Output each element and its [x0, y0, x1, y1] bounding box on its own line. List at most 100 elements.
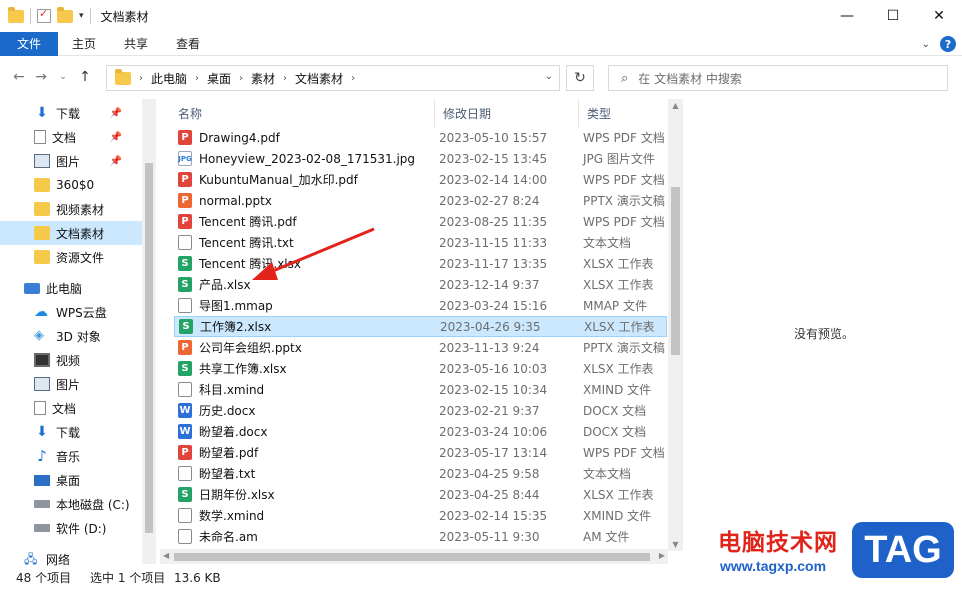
minimize-button[interactable]: —	[824, 0, 870, 32]
address-bar[interactable]: › 此电脑 › 桌面 › 素材 › 文档素材 › ⌄	[106, 65, 560, 91]
file-name[interactable]: 盼望着.txt	[199, 465, 255, 482]
sidebar-item-desktop[interactable]: 桌面	[0, 468, 142, 492]
column-date-modified[interactable]: 修改日期	[435, 99, 579, 127]
file-row[interactable]: P Drawing4.pdf 2023-05-10 15:57 WPS PDF 文档	[174, 127, 667, 148]
file-name[interactable]: 导图1.mmap	[199, 297, 273, 314]
chevron-right-icon[interactable]: ›	[195, 73, 199, 84]
tab-share[interactable]: 共享	[110, 32, 162, 56]
back-arrow-icon[interactable]: ←	[8, 69, 30, 85]
tab-home[interactable]: 主页	[58, 32, 110, 56]
chevron-right-icon[interactable]: ›	[139, 73, 143, 84]
file-row[interactable]: W 历史.docx 2023-02-21 9:37 DOCX 文档	[174, 400, 667, 421]
file-row[interactable]: P 公司年会组织.pptx 2023-11-13 9:24 PPTX 演示文稿	[174, 337, 667, 358]
breadcrumb-materials[interactable]: 素材	[251, 70, 275, 87]
close-button[interactable]: ✕	[916, 0, 962, 32]
sidebar-item-pictures-pc[interactable]: 图片	[0, 372, 142, 396]
new-folder-icon[interactable]	[57, 6, 73, 23]
file-name[interactable]: normal.pptx	[199, 194, 272, 208]
sidebar-item-3d-objects[interactable]: ◈ 3D 对象	[0, 324, 142, 348]
sidebar-item-music[interactable]: ♪ 音乐	[0, 444, 142, 468]
file-row[interactable]: S Tencent 腾讯.xlsx 2023-11-17 13:35 XLSX 工作表	[174, 253, 667, 274]
address-dropdown-icon[interactable]: ⌄	[545, 71, 553, 82]
sidebar-item-wps-cloud[interactable]: ☁ WPS云盘	[0, 300, 142, 324]
file-name[interactable]: 历史.docx	[199, 402, 255, 419]
sidebar-scrollbar[interactable]	[142, 99, 156, 564]
file-name[interactable]: 数学.xmind	[199, 507, 264, 524]
file-row[interactable]: JPG Honeyview_2023-02-08_171531.jpg 2023-0…	[174, 148, 667, 169]
chevron-right-icon[interactable]: ›	[239, 73, 243, 84]
sidebar-item-downloads[interactable]: ⬇ 下载 📌	[0, 101, 142, 125]
file-name[interactable]: Honeyview_2023-02-08_171531.jpg	[199, 152, 415, 166]
breadcrumb-doc-materials[interactable]: 文档素材	[295, 70, 343, 87]
file-row[interactable]: P 盼望着.pdf 2023-05-17 13:14 WPS PDF 文档	[174, 442, 667, 463]
forward-arrow-icon[interactable]: →	[30, 69, 52, 85]
sidebar-item-doc-materials[interactable]: 文档素材	[0, 221, 142, 245]
file-name[interactable]: 未命名.am	[199, 528, 258, 545]
sidebar-item-resource-files[interactable]: 资源文件	[0, 245, 142, 269]
file-row[interactable]: Pnormal.pptx 2023-02-27 8:24 PPTX 演示文稿	[174, 190, 667, 211]
up-arrow-icon[interactable]: ↑	[74, 69, 96, 85]
sidebar-item-documents[interactable]: 文档 📌	[0, 125, 142, 149]
file-name[interactable]: 公司年会组织.pptx	[199, 339, 302, 356]
sidebar-item-downloads-pc[interactable]: ⬇ 下载	[0, 420, 142, 444]
file-row[interactable]: S 产品.xlsx 2023-12-14 9:37 XLSX 工作表	[174, 274, 667, 295]
file-name[interactable]: 产品.xlsx	[199, 276, 251, 293]
file-name[interactable]: 工作簿2.xlsx	[200, 318, 271, 335]
file-name[interactable]: Tencent 腾讯.pdf	[199, 213, 297, 230]
sidebar-item-videos[interactable]: 视频	[0, 348, 142, 372]
file-name[interactable]: 盼望着.docx	[199, 423, 267, 440]
scrollbar-thumb[interactable]	[671, 187, 680, 355]
file-list-vertical-scrollbar[interactable]: ▲ ▼	[668, 99, 683, 551]
scrollbar-thumb[interactable]	[174, 553, 650, 561]
file-name[interactable]: Drawing4.pdf	[199, 131, 280, 145]
file-name[interactable]: KubuntuManual_加水印.pdf	[199, 171, 358, 188]
file-name[interactable]: Tencent 腾讯.xlsx	[199, 255, 301, 272]
file-row[interactable]: 盼望着.txt 2023-04-25 9:58 文本文档	[174, 463, 667, 484]
file-name[interactable]: 共享工作簿.xlsx	[199, 360, 287, 377]
expand-ribbon-icon[interactable]: ⌄	[922, 39, 930, 50]
help-icon[interactable]: ?	[940, 36, 956, 52]
recent-dropdown-icon[interactable]: ⌄	[52, 72, 74, 82]
tab-view[interactable]: 查看	[162, 32, 214, 56]
refresh-button[interactable]: ↻	[566, 65, 594, 91]
scrollbar-thumb[interactable]	[145, 163, 153, 533]
file-row[interactable]: 未命名.am 2023-05-11 9:30 AM 文件	[174, 526, 667, 547]
sidebar-item-documents-pc[interactable]: 文档	[0, 396, 142, 420]
file-name[interactable]: 科目.xmind	[199, 381, 264, 398]
customize-dropdown-icon[interactable]: ▾	[79, 11, 84, 21]
sidebar-item-pictures[interactable]: 图片 📌	[0, 149, 142, 173]
sidebar-item-drive-c[interactable]: 本地磁盘 (C:)	[0, 492, 142, 516]
file-name[interactable]: Tencent 腾讯.txt	[199, 234, 294, 251]
file-row[interactable]: P KubuntuManual_加水印.pdf 2023-02-14 14:00 WP…	[174, 169, 667, 190]
file-list-horizontal-scrollbar[interactable]: ◀ ▶	[160, 549, 668, 564]
scroll-up-icon[interactable]: ▲	[668, 101, 683, 110]
column-name[interactable]: 名称	[170, 99, 435, 127]
sidebar-item-video-materials[interactable]: 视频素材	[0, 197, 142, 221]
file-row[interactable]: 数学.xmind 2023-02-14 15:35 XMIND 文件	[174, 505, 667, 526]
file-row[interactable]: 导图1.mmap 2023-03-24 15:16 MMAP 文件	[174, 295, 667, 316]
scroll-down-icon[interactable]: ▼	[668, 540, 683, 549]
sidebar-item-360[interactable]: 360$0	[0, 173, 142, 197]
file-row[interactable]: S 共享工作簿.xlsx 2023-05-16 10:03 XLSX 工作表	[174, 358, 667, 379]
sidebar-item-this-pc[interactable]: 此电脑	[0, 276, 142, 300]
breadcrumb-this-pc[interactable]: 此电脑	[151, 70, 187, 87]
tab-file[interactable]: 文件	[0, 31, 58, 56]
file-row[interactable]: S 工作簿2.xlsx 2023-04-26 9:35 XLSX 工作表	[174, 316, 667, 337]
chevron-right-icon[interactable]: ›	[283, 73, 287, 84]
file-row[interactable]: W 盼望着.docx 2023-03-24 10:06 DOCX 文档	[174, 421, 667, 442]
file-row[interactable]: 科目.xmind 2023-02-15 10:34 XMIND 文件	[174, 379, 667, 400]
file-row[interactable]: Tencent 腾讯.txt 2023-11-15 11:33 文本文档	[174, 232, 667, 253]
maximize-button[interactable]: ☐	[870, 0, 916, 32]
search-box[interactable]: ⌕ 在 文档素材 中搜索	[608, 65, 948, 91]
scroll-left-icon[interactable]: ◀	[163, 551, 169, 560]
file-name[interactable]: 日期年份.xlsx	[199, 486, 275, 503]
sidebar-item-drive-d[interactable]: 软件 (D:)	[0, 516, 142, 540]
file-name[interactable]: 盼望着.pdf	[199, 444, 258, 461]
file-row[interactable]: P Tencent 腾讯.pdf 2023-08-25 11:35 WPS PDF 文…	[174, 211, 667, 232]
breadcrumb-desktop[interactable]: 桌面	[207, 70, 231, 87]
scroll-right-icon[interactable]: ▶	[659, 551, 665, 560]
properties-icon[interactable]	[37, 7, 51, 23]
chevron-right-icon[interactable]: ›	[351, 73, 355, 84]
file-row[interactable]: S 日期年份.xlsx 2023-04-25 8:44 XLSX 工作表	[174, 484, 667, 505]
column-type[interactable]: 类型	[579, 99, 667, 127]
